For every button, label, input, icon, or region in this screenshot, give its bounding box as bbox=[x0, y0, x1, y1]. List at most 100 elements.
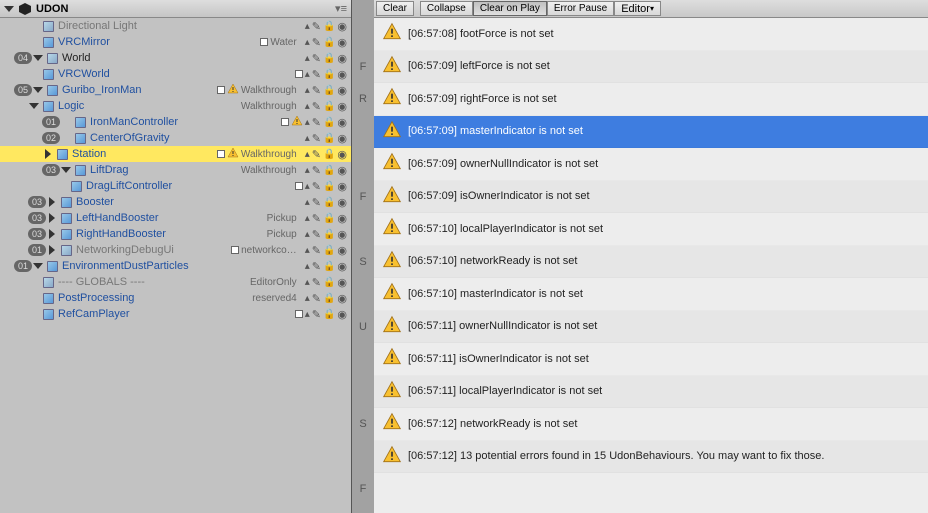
edit-icon[interactable]: ✎ bbox=[312, 196, 321, 209]
console-row[interactable]: [06:57:08] footForce is not set bbox=[374, 18, 928, 51]
edit-icon[interactable]: ✎ bbox=[312, 84, 321, 97]
console-row[interactable]: [06:57:10] localPlayerIndicator is not s… bbox=[374, 213, 928, 246]
hierarchy-row[interactable]: PostProcessingreserved4▴✎🔒◉ bbox=[0, 290, 351, 306]
console-row[interactable]: [06:57:09] masterIndicator is not set bbox=[374, 116, 928, 149]
select-icon[interactable]: ▴ bbox=[305, 181, 310, 192]
expand-toggle[interactable] bbox=[46, 213, 58, 223]
edit-icon[interactable]: ✎ bbox=[312, 244, 321, 257]
visibility-icon[interactable]: ◉ bbox=[337, 68, 347, 81]
select-icon[interactable]: ▴ bbox=[305, 229, 310, 240]
hierarchy-row[interactable]: 05Guribo_IronManWalkthrough▴✎🔒◉ bbox=[0, 82, 351, 98]
edit-icon[interactable]: ✎ bbox=[312, 36, 321, 49]
console-log[interactable]: [06:57:08] footForce is not set [06:57:09… bbox=[374, 18, 928, 513]
hierarchy-row[interactable]: 04World▴✎🔒◉ bbox=[0, 50, 351, 66]
hierarchy-row[interactable]: 01IronManController▴✎🔒◉ bbox=[0, 114, 351, 130]
visibility-icon[interactable]: ◉ bbox=[337, 196, 347, 209]
lock-icon[interactable]: 🔒 bbox=[323, 213, 335, 224]
edit-icon[interactable]: ✎ bbox=[312, 52, 321, 65]
visibility-icon[interactable]: ◉ bbox=[337, 276, 347, 289]
hierarchy-row[interactable]: 03LeftHandBoosterPickup▴✎🔒◉ bbox=[0, 210, 351, 226]
hierarchy-tree[interactable]: Directional Light▴✎🔒◉VRCMirrorWater▴✎🔒◉0… bbox=[0, 18, 351, 513]
select-icon[interactable]: ▴ bbox=[305, 21, 310, 32]
edit-icon[interactable]: ✎ bbox=[312, 164, 321, 177]
visibility-icon[interactable]: ◉ bbox=[337, 212, 347, 225]
lock-icon[interactable]: 🔒 bbox=[323, 133, 335, 144]
expand-toggle[interactable] bbox=[42, 149, 54, 159]
lock-icon[interactable]: 🔒 bbox=[323, 85, 335, 96]
hierarchy-row[interactable]: 03Booster▴✎🔒◉ bbox=[0, 194, 351, 210]
select-icon[interactable]: ▴ bbox=[305, 69, 310, 80]
hierarchy-row[interactable]: DragLiftController▴✎🔒◉ bbox=[0, 178, 351, 194]
edit-icon[interactable]: ✎ bbox=[312, 260, 321, 273]
expand-toggle[interactable] bbox=[32, 55, 44, 61]
console-row[interactable]: [06:57:11] isOwnerIndicator is not set bbox=[374, 343, 928, 376]
visibility-icon[interactable]: ◉ bbox=[337, 180, 347, 193]
visibility-icon[interactable]: ◉ bbox=[337, 164, 347, 177]
lock-icon[interactable]: 🔒 bbox=[323, 101, 335, 112]
expand-toggle[interactable] bbox=[32, 263, 44, 269]
lock-icon[interactable]: 🔒 bbox=[323, 309, 335, 320]
console-row[interactable]: [06:57:11] ownerNullIndicator is not set bbox=[374, 311, 928, 344]
select-icon[interactable]: ▴ bbox=[305, 37, 310, 48]
lock-icon[interactable]: 🔒 bbox=[323, 149, 335, 160]
lock-icon[interactable]: 🔒 bbox=[323, 165, 335, 176]
hierarchy-row[interactable]: RefCamPlayer▴✎🔒◉ bbox=[0, 306, 351, 322]
hierarchy-row[interactable]: VRCWorld▴✎🔒◉ bbox=[0, 66, 351, 82]
edit-icon[interactable]: ✎ bbox=[312, 100, 321, 113]
lock-icon[interactable]: 🔒 bbox=[323, 21, 335, 32]
select-icon[interactable]: ▴ bbox=[305, 261, 310, 272]
select-icon[interactable]: ▴ bbox=[305, 85, 310, 96]
hierarchy-row[interactable]: ---- GLOBALS ----EditorOnly▴✎🔒◉ bbox=[0, 274, 351, 290]
lock-icon[interactable]: 🔒 bbox=[323, 53, 335, 64]
visibility-icon[interactable]: ◉ bbox=[337, 148, 347, 161]
edit-icon[interactable]: ✎ bbox=[312, 276, 321, 289]
visibility-icon[interactable]: ◉ bbox=[337, 308, 347, 321]
console-row[interactable]: [06:57:09] ownerNullIndicator is not set bbox=[374, 148, 928, 181]
hierarchy-row[interactable]: LogicWalkthrough▴✎🔒◉ bbox=[0, 98, 351, 114]
hierarchy-row[interactable]: 02CenterOfGravity▴✎🔒◉ bbox=[0, 130, 351, 146]
hierarchy-row[interactable]: VRCMirrorWater▴✎🔒◉ bbox=[0, 34, 351, 50]
panel-menu-icon[interactable]: ▾≡ bbox=[335, 2, 347, 15]
error-pause-button[interactable]: Error Pause bbox=[547, 1, 614, 16]
visibility-icon[interactable]: ◉ bbox=[337, 116, 347, 129]
lock-icon[interactable]: 🔒 bbox=[323, 277, 335, 288]
expand-toggle[interactable] bbox=[46, 245, 58, 255]
hierarchy-row[interactable]: Directional Light▴✎🔒◉ bbox=[0, 18, 351, 34]
select-icon[interactable]: ▴ bbox=[305, 165, 310, 176]
visibility-icon[interactable]: ◉ bbox=[337, 52, 347, 65]
collapse-icon[interactable] bbox=[4, 6, 14, 12]
console-row[interactable]: [06:57:11] localPlayerIndicator is not s… bbox=[374, 376, 928, 409]
hierarchy-row[interactable]: 03LiftDragWalkthrough▴✎🔒◉ bbox=[0, 162, 351, 178]
lock-icon[interactable]: 🔒 bbox=[323, 37, 335, 48]
console-row[interactable]: [06:57:10] masterIndicator is not set bbox=[374, 278, 928, 311]
visibility-icon[interactable]: ◉ bbox=[337, 100, 347, 113]
visibility-icon[interactable]: ◉ bbox=[337, 84, 347, 97]
edit-icon[interactable]: ✎ bbox=[312, 308, 321, 321]
collapse-button[interactable]: Collapse bbox=[420, 1, 473, 16]
hierarchy-row[interactable]: 03RightHandBoosterPickup▴✎🔒◉ bbox=[0, 226, 351, 242]
select-icon[interactable]: ▴ bbox=[305, 53, 310, 64]
edit-icon[interactable]: ✎ bbox=[312, 180, 321, 193]
expand-toggle[interactable] bbox=[60, 167, 72, 173]
edit-icon[interactable]: ✎ bbox=[312, 292, 321, 305]
visibility-icon[interactable]: ◉ bbox=[337, 244, 347, 257]
select-icon[interactable]: ▴ bbox=[305, 245, 310, 256]
edit-icon[interactable]: ✎ bbox=[312, 228, 321, 241]
hierarchy-row[interactable]: 01NetworkingDebugUinetworkco…▴✎🔒◉ bbox=[0, 242, 351, 258]
edit-icon[interactable]: ✎ bbox=[312, 68, 321, 81]
visibility-icon[interactable]: ◉ bbox=[337, 228, 347, 241]
clear-button[interactable]: Clear bbox=[376, 1, 414, 16]
select-icon[interactable]: ▴ bbox=[305, 309, 310, 320]
select-icon[interactable]: ▴ bbox=[305, 133, 310, 144]
hierarchy-row[interactable]: 01EnvironmentDustParticles▴✎🔒◉ bbox=[0, 258, 351, 274]
select-icon[interactable]: ▴ bbox=[305, 101, 310, 112]
visibility-icon[interactable]: ◉ bbox=[337, 292, 347, 305]
select-icon[interactable]: ▴ bbox=[305, 117, 310, 128]
console-row[interactable]: [06:57:09] rightForce is not set bbox=[374, 83, 928, 116]
edit-icon[interactable]: ✎ bbox=[312, 132, 321, 145]
hierarchy-header[interactable]: UDON ▾≡ bbox=[0, 0, 351, 18]
select-icon[interactable]: ▴ bbox=[305, 277, 310, 288]
expand-toggle[interactable] bbox=[32, 87, 44, 93]
edit-icon[interactable]: ✎ bbox=[312, 212, 321, 225]
visibility-icon[interactable]: ◉ bbox=[337, 132, 347, 145]
